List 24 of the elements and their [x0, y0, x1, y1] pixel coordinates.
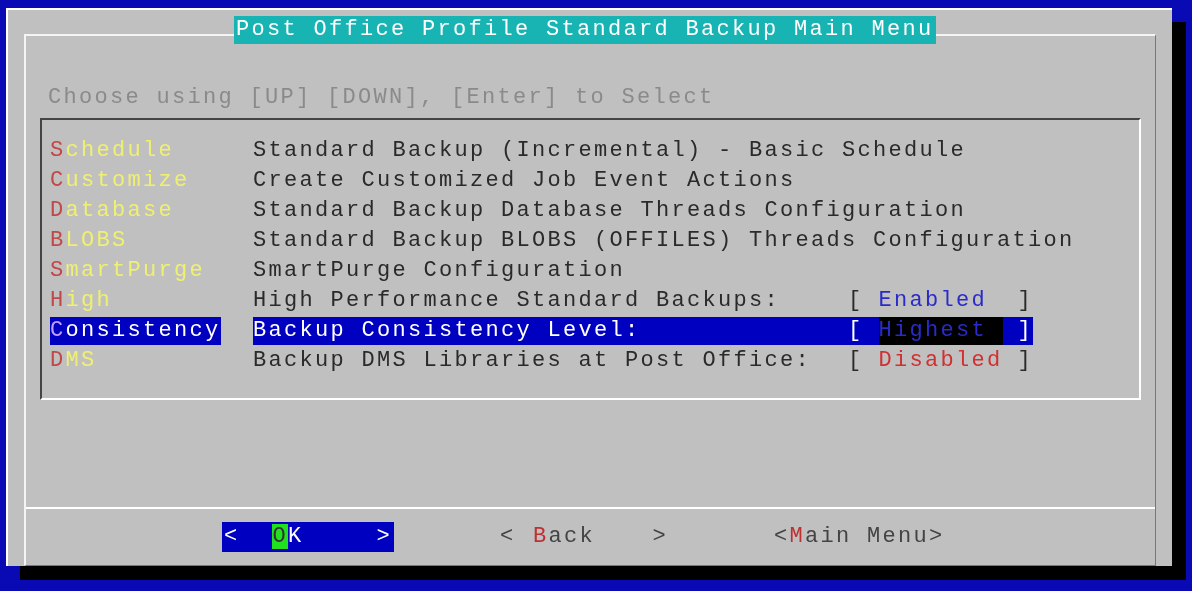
bracket-text: ]	[1017, 347, 1034, 375]
menu-item-tag[interactable]: Consistency	[50, 317, 221, 345]
menu-item-description[interactable]: Standard Backup Database Threads Configuration	[253, 197, 967, 225]
bracket-text: ]	[1017, 287, 1034, 315]
dialog-title: Post Office Profile Standard Backup Main Menu	[234, 16, 936, 44]
option-value[interactable]: Disabled	[878, 347, 1003, 375]
option-value[interactable]: Enabled	[878, 287, 1003, 315]
menu-item-description: Backup Consistency Level:	[253, 317, 642, 345]
menu-item-description[interactable]: SmartPurge Configuration	[253, 257, 626, 285]
menu-item-description: High Performance Standard Backups:	[253, 287, 782, 315]
menu-item-description[interactable]: Standard Backup (Incremental) - Basic Schedule	[253, 137, 967, 165]
dialog-button[interactable]: <Main Menu>	[774, 522, 945, 552]
bracket-text: [	[848, 287, 864, 315]
dialog-button[interactable]: < Back >	[498, 522, 670, 552]
bracket-text: ]	[1017, 317, 1034, 345]
bracket-text: [	[848, 317, 864, 345]
dialog-button[interactable]: < OK >	[222, 522, 394, 552]
menu-item-description[interactable]: Standard Backup BLOBS (OFFILES) Threads Configuration	[253, 227, 1075, 255]
menu-item-row[interactable]: Backup Consistency Level: [ Highest ]	[253, 317, 1034, 345]
bracket-text: [	[848, 347, 864, 375]
menu-item-description: Backup DMS Libraries at Post Office:	[253, 347, 813, 375]
menu-item-row[interactable]: Backup DMS Libraries at Post Office: [ Disabled ]	[253, 347, 1034, 375]
menu-item-row[interactable]: High Performance Standard Backups: [ Enabled ]	[253, 287, 1034, 315]
menu-item-description[interactable]: Create Customized Job Event Actions	[253, 167, 796, 195]
